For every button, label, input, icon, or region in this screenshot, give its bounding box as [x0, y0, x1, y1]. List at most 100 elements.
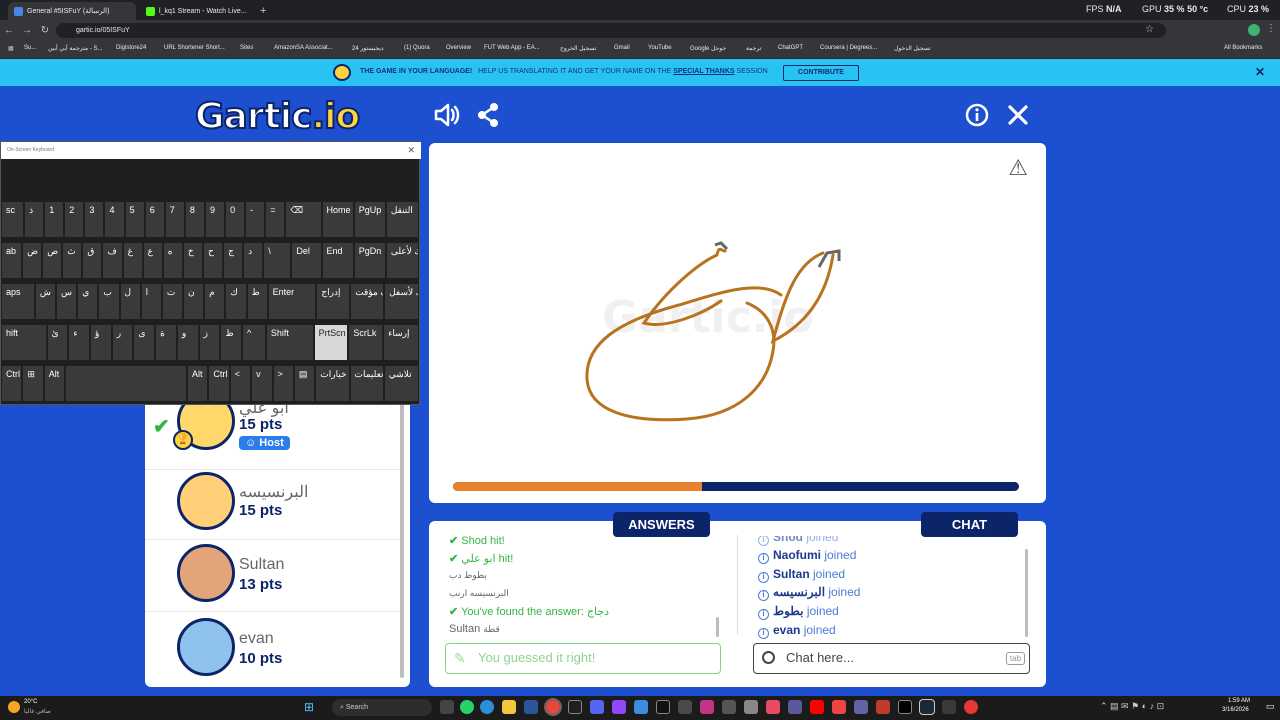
keyboard-key[interactable]: - [245, 201, 266, 238]
keyboard-key[interactable]: > [272, 365, 294, 402]
keyboard-key[interactable]: 5 [124, 201, 145, 238]
file-explorer-icon[interactable] [502, 700, 516, 714]
app-icon[interactable] [568, 700, 582, 714]
keyboard-key[interactable]: ظ [220, 324, 243, 361]
player-card[interactable]: ✔ 🏆 أبو علي 15 pts ☺ Host [145, 392, 403, 470]
keyboard-key[interactable]: ر [111, 324, 134, 361]
keyboard-key[interactable]: hift [1, 324, 47, 361]
keyboard-key[interactable]: PrtScn [313, 324, 349, 361]
keyboard-key[interactable]: غ [122, 242, 143, 279]
keyboard-key[interactable]: د [243, 242, 264, 279]
steam-icon[interactable] [919, 699, 935, 715]
keyboard-key[interactable]: ث [62, 242, 83, 279]
keyboard-key[interactable]: خيارات [315, 365, 350, 402]
bookmark-item[interactable]: Su... [24, 45, 36, 51]
app-icon[interactable] [744, 700, 758, 714]
app-icon[interactable] [656, 700, 670, 714]
bookmark-item[interactable]: تسجيل الخروج [560, 45, 596, 52]
player-card[interactable]: evan 10 pts [145, 612, 403, 687]
keyboard-key[interactable]: ScrLk [348, 324, 384, 361]
keyboard-key[interactable]: ذ [24, 201, 45, 238]
keyboard-key[interactable]: ء [68, 324, 91, 361]
bookmark-item[interactable]: Coursera | Degrees... [820, 45, 877, 51]
info-icon[interactable] [965, 103, 989, 132]
keyboard-key[interactable]: v [251, 365, 273, 402]
all-bookmarks-button[interactable]: All Bookmarks [1224, 45, 1262, 51]
keyboard-key[interactable]: ا [140, 283, 162, 320]
players-scrollbar[interactable] [400, 402, 404, 678]
keyboard-key[interactable]: خ [182, 242, 203, 279]
browser-tab[interactable]: l_kq1 Stream - Watch Live... [140, 2, 258, 20]
keyboard-key[interactable]: إيقاف مؤقت [350, 283, 385, 320]
keyboard-key[interactable]: ص [42, 242, 63, 279]
keyboard-key[interactable]: ؤ [90, 324, 112, 361]
keyboard-key[interactable]: ت [161, 283, 183, 320]
bookmark-item[interactable]: ترجمة [746, 45, 761, 52]
keyboard-key[interactable]: ⊞ [22, 365, 44, 402]
app-icon[interactable] [678, 700, 692, 714]
app-icon[interactable] [612, 700, 626, 714]
chrome-icon[interactable] [544, 698, 562, 716]
notification-icon[interactable]: ▭ [1266, 701, 1275, 712]
keyboard-key[interactable]: ه [162, 242, 183, 279]
app-icon[interactable] [942, 700, 956, 714]
bookmark-item[interactable]: 24 ديجيستور [352, 45, 384, 52]
keyboard-key[interactable]: و [176, 324, 199, 361]
app-icon[interactable] [964, 700, 978, 714]
answers-scrollbar[interactable] [716, 617, 719, 637]
keyboard-key[interactable]: 7 [164, 201, 185, 238]
keyboard-key[interactable]: Enter [267, 283, 317, 320]
keyboard-key[interactable]: ض [22, 242, 43, 279]
tab-answers[interactable]: ANSWERS [613, 512, 710, 537]
chat-input[interactable]: Chat here... tab [753, 643, 1030, 674]
keyboard-key[interactable]: ج [223, 242, 244, 279]
bookmark-item[interactable]: Sites [240, 45, 253, 51]
task-view-icon[interactable] [440, 700, 454, 714]
app-icon[interactable] [634, 700, 648, 714]
keyboard-key[interactable]: 6 [144, 201, 165, 238]
keyboard-key[interactable]: إرساء [383, 324, 419, 361]
bookmark-item[interactable]: AmazonSA Associat... [274, 45, 333, 51]
close-game-icon[interactable] [1006, 103, 1030, 132]
keyboard-key[interactable]: 9 [204, 201, 226, 238]
bookmark-item[interactable]: مترجمة أبي أبين - S... [48, 45, 102, 52]
keyboard-key[interactable]: ى [133, 324, 156, 361]
keyboard-key[interactable]: \ [263, 242, 292, 279]
new-tab-button[interactable]: + [258, 2, 272, 20]
tab-chat[interactable]: CHAT [921, 512, 1018, 537]
app-icon[interactable] [722, 700, 736, 714]
keyboard-key[interactable]: Del [291, 242, 322, 279]
keyboard-key[interactable]: ⌫ [285, 201, 322, 238]
keyboard-key[interactable]: ف [102, 242, 123, 279]
keyboard-key[interactable]: ي [77, 283, 99, 320]
bookmark-item[interactable]: URL Shortener Short... [164, 45, 225, 51]
keyboard-key[interactable]: ب [98, 283, 120, 320]
bookmark-star-icon[interactable]: ☆ [1145, 24, 1154, 35]
keyboard-key[interactable]: Ctrl [1, 365, 23, 402]
special-thanks-link[interactable]: SPECIAL THANKS [673, 68, 734, 75]
keyboard-key[interactable]: س [56, 283, 78, 320]
keyboard-key[interactable]: ط [246, 283, 268, 320]
keyboard-key[interactable]: Alt [187, 365, 209, 402]
bookmark-item[interactable]: Gmail [614, 45, 630, 51]
bookmark-item[interactable]: ChatGPT [778, 45, 803, 51]
keyboard-key[interactable]: Alt [43, 365, 66, 402]
keyboard-key[interactable]: ل [119, 283, 141, 320]
instagram-icon[interactable] [700, 700, 714, 714]
edge-icon[interactable] [480, 700, 494, 714]
teams-icon[interactable] [854, 700, 868, 714]
player-card[interactable]: Sultan 13 pts [145, 540, 403, 612]
bookmark-item[interactable]: Overview [446, 45, 471, 51]
bookmark-item[interactable]: (1) Quora [404, 45, 430, 51]
keyboard-key[interactable]: ز [198, 324, 221, 361]
keyboard-key[interactable]: ح [202, 242, 224, 279]
keyboard-key[interactable]: 0 [225, 201, 246, 238]
keyboard-key[interactable]: 1 [44, 201, 65, 238]
app-icon[interactable] [766, 700, 780, 714]
apps-grid-icon[interactable]: ▦ [8, 45, 14, 52]
keyboard-key[interactable]: PgUp [353, 201, 386, 238]
keyboard-key[interactable]: Ctrl [208, 365, 230, 402]
keyboard-key[interactable]: = [265, 201, 286, 238]
back-icon[interactable]: ← [0, 25, 18, 36]
tray-icons[interactable]: ⌃ ▤ ✉ ⚑ ◐ ♪ ⊡ [1100, 701, 1164, 712]
